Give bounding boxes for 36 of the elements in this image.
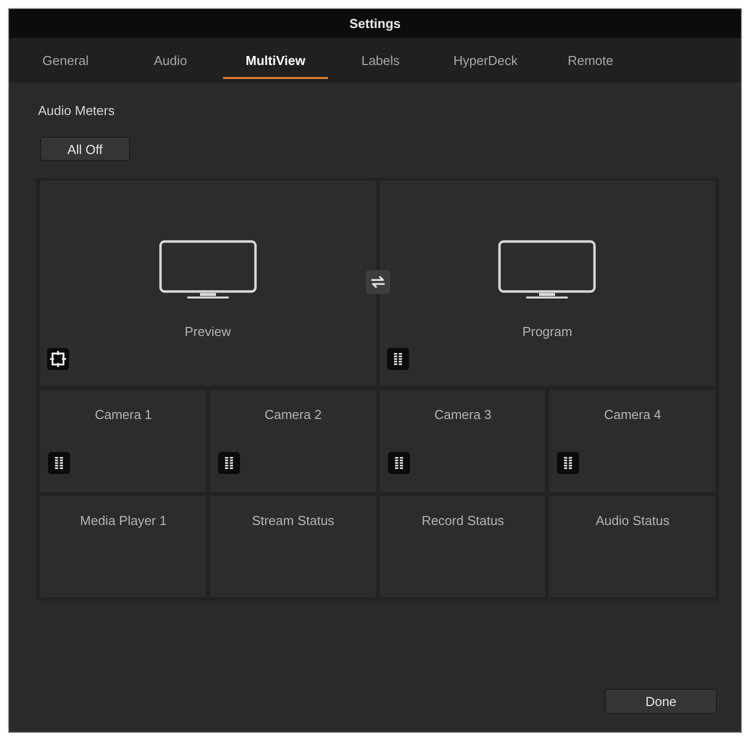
- audio-meter-toggle[interactable]: [48, 452, 70, 474]
- window-label: Preview: [184, 324, 231, 340]
- window-label: Camera 1: [94, 407, 152, 423]
- monitor-icon: [498, 240, 596, 300]
- audio-meter-icon: [218, 452, 240, 474]
- done-button[interactable]: Done: [605, 689, 717, 714]
- window-label: Program: [522, 324, 572, 340]
- window-label: Camera 4: [604, 407, 662, 423]
- window-label: Record Status: [422, 513, 504, 529]
- audio-meter-toggle[interactable]: [386, 348, 408, 370]
- audio-meter-icon: [386, 348, 408, 370]
- tab[interactable]: General: [13, 38, 118, 83]
- tab[interactable]: HyperDeck: [433, 38, 538, 83]
- tab[interactable]: Audio: [118, 38, 223, 83]
- window-label: Camera 2: [264, 407, 322, 423]
- window-title: Settings: [349, 16, 401, 31]
- audio-meter-icon: [48, 452, 70, 474]
- section-heading: Audio Meters: [38, 102, 115, 120]
- audio-meter-toggle[interactable]: [557, 452, 580, 474]
- safe-area-toggle[interactable]: [47, 348, 69, 370]
- window-label: Media Player 1: [80, 513, 167, 529]
- swap-button[interactable]: [366, 270, 390, 294]
- window-label: Camera 3: [434, 407, 492, 423]
- tab[interactable]: Remote: [538, 38, 643, 83]
- window-label: Audio Status: [596, 513, 670, 529]
- audio-meter-icon: [388, 452, 410, 474]
- monitor-icon: [158, 240, 257, 300]
- tab[interactable]: Labels: [328, 38, 433, 83]
- all-off-button[interactable]: All Off: [40, 137, 130, 161]
- window-label: Stream Status: [252, 513, 334, 529]
- tab[interactable]: MultiView: [223, 38, 328, 83]
- audio-meter-icon: [557, 452, 580, 474]
- safe-area-icon: [47, 348, 69, 370]
- audio-meter-toggle[interactable]: [388, 452, 410, 474]
- swap-icon: [366, 270, 390, 294]
- audio-meter-toggle[interactable]: [218, 452, 240, 474]
